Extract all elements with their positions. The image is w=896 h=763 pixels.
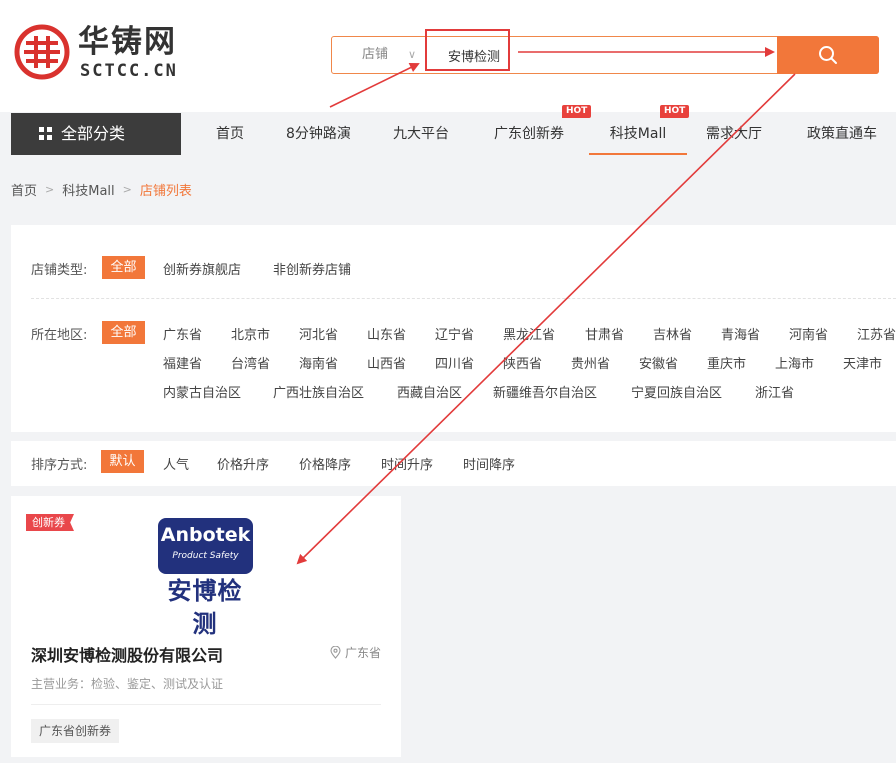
shop-card[interactable]: 创新券 Anbotek Product Safety 安博检测 深圳安博检测股份…	[11, 496, 401, 757]
search-icon	[819, 46, 837, 64]
sort-default[interactable]: 默认	[101, 450, 144, 473]
region-all[interactable]: 全部	[102, 321, 145, 344]
region-option[interactable]: 广西壮族自治区	[273, 382, 364, 401]
search-type-label: 店铺	[362, 47, 389, 62]
region-option[interactable]: 陕西省	[503, 353, 542, 372]
shop-location: 广东省	[330, 644, 381, 661]
chevron-down-icon: ∨	[408, 48, 417, 61]
region-option[interactable]: 天津市	[843, 353, 882, 372]
region-option[interactable]: 河北省	[299, 324, 338, 343]
filter-panel: 店铺类型: 全部 创新券旗舰店 非创新券店铺 所在地区: 全部 广东省 北京市 …	[11, 225, 896, 432]
region-option[interactable]: 西藏自治区	[397, 382, 462, 401]
chevron-right-icon: >	[45, 183, 55, 196]
all-categories-button[interactable]: 全部分类	[11, 113, 181, 155]
region-option[interactable]: 山东省	[367, 324, 406, 343]
nav-item-label: 科技Mall	[609, 126, 667, 142]
shop-logo[interactable]: Anbotek Product Safety 安博检测	[157, 518, 253, 638]
region-option[interactable]: 吉林省	[653, 324, 692, 343]
sort-option[interactable]: 价格降序	[299, 454, 351, 473]
nav-item-home[interactable]: 首页	[216, 113, 244, 155]
company-name[interactable]: 深圳安博检测股份有限公司	[31, 642, 223, 666]
sort-option[interactable]: 人气	[163, 454, 189, 473]
region-option[interactable]: 辽宁省	[435, 324, 474, 343]
nav-item-label: 政策直通车	[807, 126, 877, 142]
shop-logo-cn: 安博检测	[167, 577, 243, 638]
region-option[interactable]: 安徽省	[639, 353, 678, 372]
region-option[interactable]: 内蒙古自治区	[163, 382, 241, 401]
nav-item-label: 首页	[216, 126, 244, 142]
breadcrumb-current: 店铺列表	[139, 184, 192, 199]
nav-item-tech-mall[interactable]: 科技Mall HOT	[589, 105, 690, 155]
region-option[interactable]: 北京市	[231, 324, 270, 343]
region-option[interactable]: 江苏省	[857, 324, 896, 343]
nav-item-innovation-voucher[interactable]: 广东创新券 HOT	[494, 105, 592, 155]
breadcrumb-home[interactable]: 首页	[11, 180, 37, 199]
region-option[interactable]: 新疆维吾尔自治区	[493, 382, 597, 401]
nav-item-label: 8分钟路演	[286, 126, 351, 142]
region-option[interactable]: 青海省	[721, 324, 760, 343]
region-option[interactable]: 上海市	[775, 353, 814, 372]
shop-type-all[interactable]: 全部	[102, 256, 145, 279]
shop-logo-sub: Product Safety	[172, 551, 239, 561]
region-option[interactable]: 四川省	[435, 353, 474, 372]
nav-item-label: 广东创新券	[494, 126, 564, 142]
region-option[interactable]: 广东省	[163, 324, 202, 343]
shop-tag: 广东省创新券	[31, 719, 120, 743]
divider	[31, 704, 381, 705]
region-option[interactable]: 河南省	[789, 324, 828, 343]
region-option[interactable]: 福建省	[163, 353, 202, 372]
logo-text-cn: 华铸网	[78, 24, 177, 60]
region-option[interactable]: 宁夏回族自治区	[631, 382, 722, 401]
breadcrumb: 首页 > 科技Mall > 店铺列表	[11, 180, 192, 199]
nav-item-label: 九大平台	[393, 126, 449, 142]
nav-item-label: 需求大厅	[706, 126, 762, 142]
region-option[interactable]: 重庆市	[707, 353, 746, 372]
logo-text-en: SCTCC.CN	[80, 61, 178, 81]
nav-item-policy[interactable]: 政策直通车	[807, 113, 877, 155]
divider	[31, 298, 896, 299]
chevron-right-icon: >	[122, 183, 132, 196]
hot-badge: HOT	[660, 105, 690, 118]
sort-label: 排序方式:	[31, 458, 88, 473]
region-option[interactable]: 台湾省	[231, 353, 270, 372]
region-option[interactable]: 甘肃省	[585, 324, 624, 343]
search-type-select[interactable]: 店铺 ∨	[332, 37, 428, 73]
grid-icon	[39, 127, 52, 140]
shop-location-text: 广东省	[344, 646, 381, 660]
annotation-highlight-box	[425, 29, 510, 71]
location-pin-icon	[330, 646, 341, 659]
sort-option[interactable]: 价格升序	[217, 454, 269, 473]
shop-type-option[interactable]: 创新券旗舰店	[163, 259, 241, 278]
hot-badge: HOT	[562, 105, 592, 118]
sort-option[interactable]: 时间降序	[463, 454, 515, 473]
nav-item-platforms[interactable]: 九大平台	[393, 113, 449, 155]
region-option[interactable]: 海南省	[299, 353, 338, 372]
sort-bar: 排序方式: 默认 人气 价格升序 价格降序 时间升序 时间降序	[11, 441, 896, 486]
region-option[interactable]: 浙江省	[755, 382, 794, 401]
innovation-voucher-ribbon: 创新券	[26, 514, 74, 531]
region-option[interactable]: 贵州省	[571, 353, 610, 372]
region-option[interactable]: 黑龙江省	[503, 324, 555, 343]
main-business: 主营业务：检验、鉴定、测试及认证	[31, 677, 224, 691]
shop-logo-name: Anbotek	[160, 524, 251, 546]
search-bar: 店铺 ∨	[331, 36, 879, 74]
nav-item-roadshow[interactable]: 8分钟路演	[286, 113, 351, 155]
region-option[interactable]: 山西省	[367, 353, 406, 372]
shop-type-option[interactable]: 非创新券店铺	[273, 259, 351, 278]
breadcrumb-tech-mall[interactable]: 科技Mall	[62, 180, 114, 199]
shop-type-label: 店铺类型:	[31, 263, 88, 278]
sort-option[interactable]: 时间升序	[381, 454, 433, 473]
site-logo[interactable]: 华铸网 SCTCC.CN	[14, 24, 184, 84]
shop-logo-badge: Anbotek Product Safety	[158, 518, 253, 574]
all-categories-label: 全部分类	[61, 124, 126, 143]
nav-item-demand-hall[interactable]: 需求大厅	[706, 113, 762, 155]
logo-mark-icon	[14, 24, 70, 80]
search-button[interactable]	[777, 36, 879, 74]
region-label: 所在地区:	[31, 328, 88, 343]
